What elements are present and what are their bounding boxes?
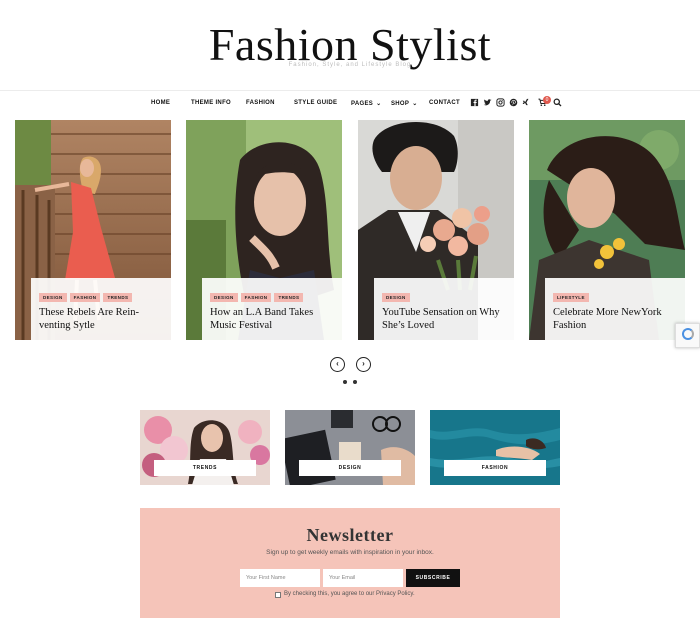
card-title[interactable]: How an L.A Band Takes Music Festival	[210, 306, 334, 332]
pinterest-icon[interactable]	[509, 98, 518, 107]
card-tags: DESIGN	[382, 286, 506, 302]
card-caption-panel: DESIGN FASHION TRENDS How an L.A Band Take…	[202, 278, 342, 340]
twitter-icon[interactable]	[483, 98, 492, 107]
slider-prev-button[interactable]: ‹	[330, 357, 345, 372]
nav-item-fashion[interactable]: FASHION	[246, 100, 275, 106]
email-field[interactable]: Your Email	[323, 569, 403, 587]
tag-design[interactable]: DESIGN	[382, 293, 410, 302]
instagram-icon[interactable]	[496, 98, 505, 107]
card-caption-panel: LIFESTYLE Celebrate More NewYork Fashion	[545, 278, 685, 340]
recaptcha-badge[interactable]	[675, 323, 700, 348]
nav-item-pages-label: PAGES	[351, 101, 374, 107]
nav-item-style-guide[interactable]: STYLE GUIDE	[294, 100, 337, 106]
nav-item-contact[interactable]: CONTACT	[429, 100, 460, 106]
tag-design[interactable]: DESIGN	[39, 293, 67, 302]
newsletter-section: Newsletter Sign up to get weekly emails …	[140, 508, 560, 618]
cart-count-badge: 0	[543, 96, 551, 104]
slider-card-4[interactable]: LIFESTYLE Celebrate More NewYork Fashion	[529, 120, 685, 340]
card-tags: DESIGN FASHION TRENDS	[210, 286, 334, 302]
facebook-icon[interactable]	[470, 98, 479, 107]
site-header: Fashion Stylist Fashion, Style, and Life…	[0, 0, 700, 90]
subscribe-button[interactable]: SUBSCRIBE	[406, 569, 460, 587]
tag-trends[interactable]: TRENDS	[274, 293, 304, 302]
site-tagline: Fashion, Style, and Lifestyle Blog	[288, 62, 412, 68]
nav-item-home[interactable]: HOME	[151, 100, 170, 106]
tag-design[interactable]: DESIGN	[210, 293, 238, 302]
category-label[interactable]: FASHION	[444, 460, 546, 476]
xing-icon[interactable]	[521, 98, 530, 107]
slider-dot-1[interactable]	[343, 380, 347, 384]
slider-next-button[interactable]: ›	[356, 357, 371, 372]
card-tags: DESIGN FASHION TRENDS	[39, 286, 163, 302]
header-divider	[0, 90, 700, 91]
main-navigation: HOME THEME INFO FASHION STYLE GUIDE PAGE…	[0, 96, 700, 114]
recaptcha-icon	[682, 328, 694, 340]
nav-item-shop[interactable]: SHOP ⌄	[391, 100, 418, 107]
slider-card-2[interactable]: DESIGN FASHION TRENDS How an L.A Band Take…	[186, 120, 342, 340]
card-title[interactable]: YouTube Sensation on Why She’s Loved	[382, 306, 506, 332]
nav-item-shop-label: SHOP	[391, 101, 410, 107]
tag-fashion[interactable]: FASHION	[69, 293, 101, 302]
search-icon[interactable]	[553, 98, 562, 107]
tag-trends[interactable]: TRENDS	[103, 293, 133, 302]
category-tile-design[interactable]: DESIGN	[285, 410, 415, 485]
newsletter-subtitle: Sign up to get weekly emails with inspir…	[266, 549, 434, 556]
chevron-down-icon: ⌄	[412, 101, 418, 107]
privacy-consent-checkbox[interactable]	[275, 592, 281, 598]
card-title[interactable]: These Rebels Are Rein-venting Sytle	[39, 306, 163, 332]
slider-dot-2[interactable]	[353, 380, 357, 384]
card-title[interactable]: Celebrate More NewYork Fashion	[553, 306, 677, 332]
category-label[interactable]: DESIGN	[299, 460, 401, 476]
nav-item-pages[interactable]: PAGES ⌄	[351, 100, 381, 107]
category-tile-trends[interactable]: TRENDS	[140, 410, 270, 485]
slider-card-1[interactable]: DESIGN FASHION TRENDS These Rebels Are Rei…	[15, 120, 171, 340]
newsletter-title: Newsletter	[306, 525, 394, 545]
privacy-consent-label[interactable]: By checking this, you agree to our Priva…	[284, 591, 415, 597]
first-name-field[interactable]: Your First Name	[240, 569, 320, 587]
tag-fashion[interactable]: FASHION	[240, 293, 272, 302]
slider-card-3[interactable]: DESIGN YouTube Sensation on Why She’s Lo…	[358, 120, 514, 340]
tag-lifestyle[interactable]: LIFESTYLE	[553, 293, 589, 302]
card-tags: LIFESTYLE	[553, 286, 677, 302]
chevron-down-icon: ⌄	[376, 101, 382, 107]
nav-item-theme-info[interactable]: THEME INFO	[191, 100, 231, 106]
card-caption-panel: DESIGN FASHION TRENDS These Rebels Are Rei…	[31, 278, 171, 340]
category-tile-fashion[interactable]: FASHION	[430, 410, 560, 485]
card-caption-panel: DESIGN YouTube Sensation on Why She’s Lo…	[374, 278, 514, 340]
category-label[interactable]: TRENDS	[154, 460, 256, 476]
